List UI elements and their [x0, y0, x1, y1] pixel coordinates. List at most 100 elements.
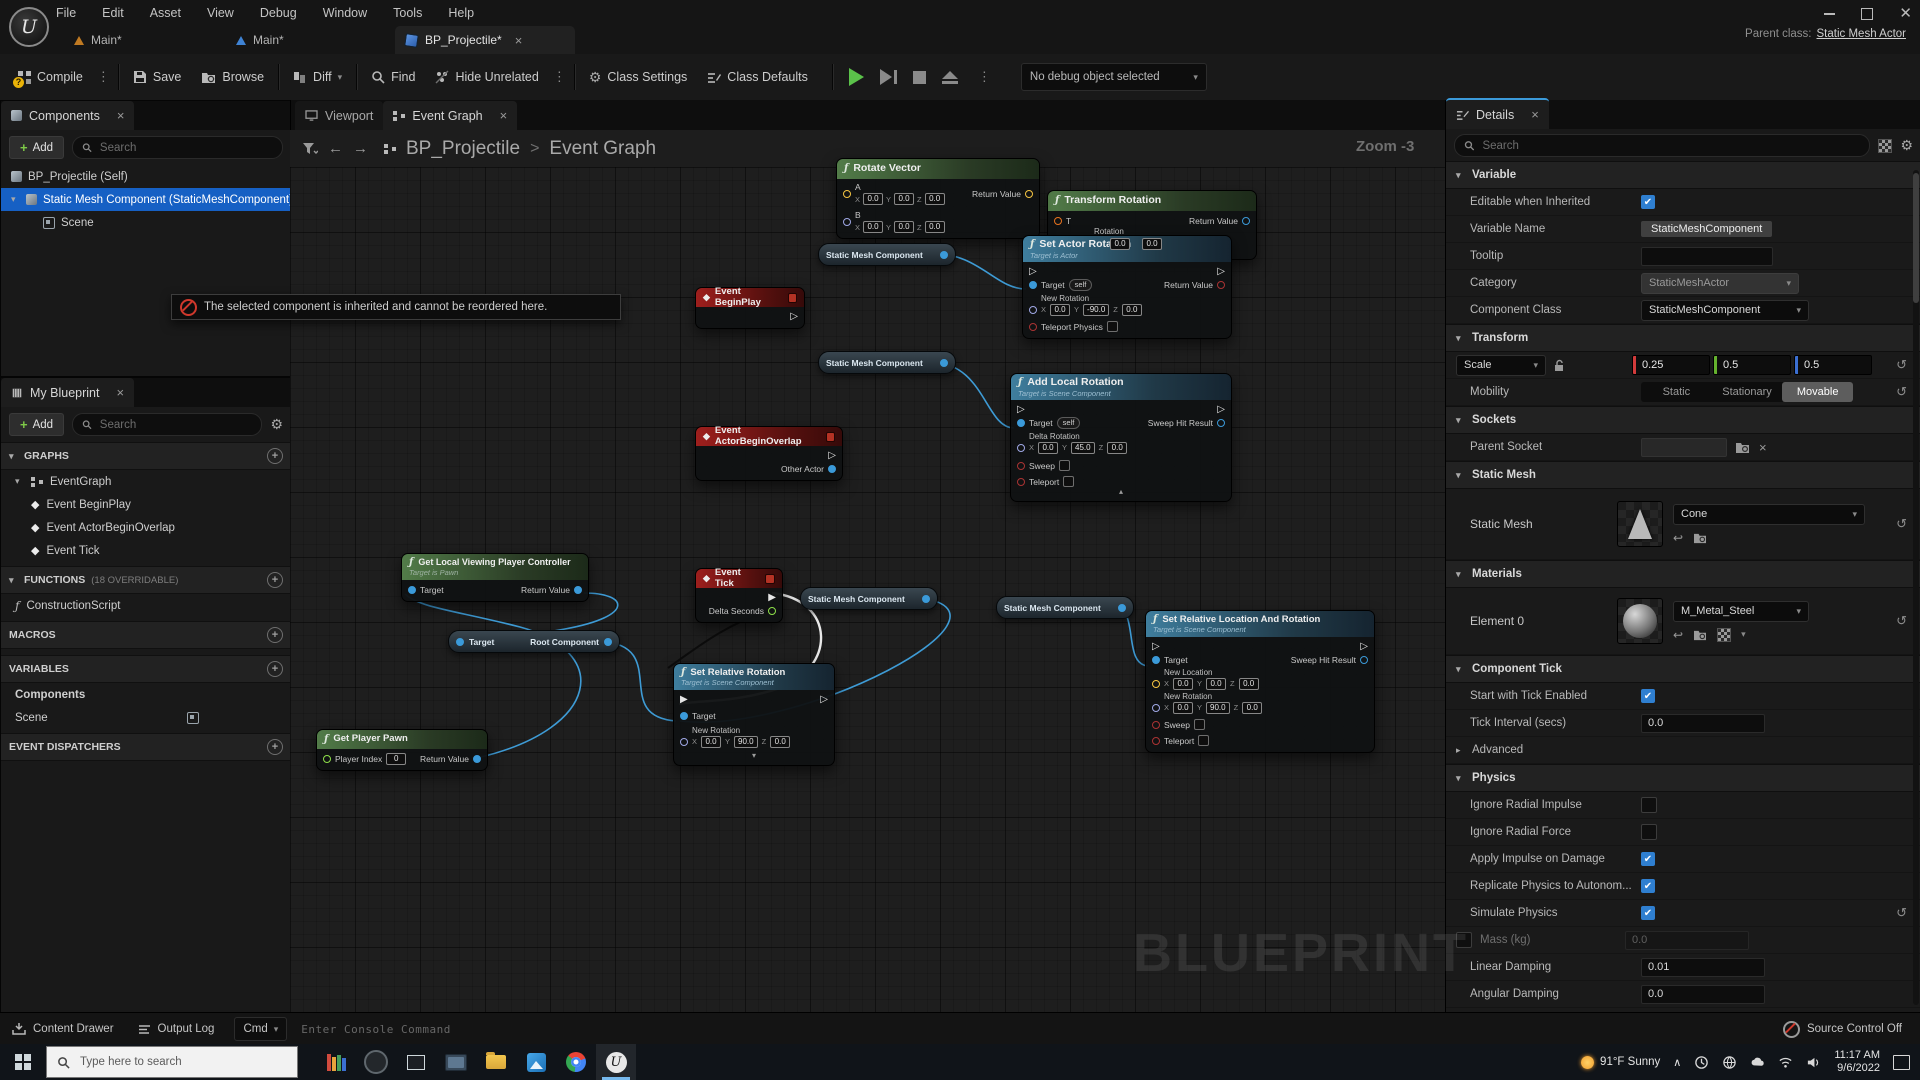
pin-new-rotation[interactable]: X0.0 Y-90.0 Z0.0 — [1029, 303, 1225, 316]
object-pin-icon[interactable] — [473, 755, 481, 763]
components-search-input[interactable] — [98, 141, 273, 155]
exec-out-icon[interactable]: ▶ — [768, 593, 776, 603]
use-selected-icon[interactable]: ↩ — [1673, 628, 1683, 642]
browse-button[interactable]: Browse — [191, 62, 274, 92]
value-field[interactable]: 0.0 — [701, 736, 721, 748]
item-constructionscript[interactable]: ƒ ConstructionScript — [1, 594, 291, 617]
pin-teleport-physics[interactable]: Teleport Physics — [1029, 320, 1225, 333]
exec-out-icon[interactable]: ▷ — [828, 451, 836, 461]
tab-details[interactable]: Details × — [1446, 98, 1549, 129]
forward-arrow-icon[interactable]: → — [353, 140, 368, 157]
maximize-icon[interactable] — [1861, 8, 1873, 20]
hidden-icons-chevron[interactable]: ∧ — [1673, 1056, 1681, 1069]
object-pin-icon[interactable] — [940, 251, 948, 259]
value-field[interactable]: 0.0 — [925, 221, 945, 233]
node-get-local-viewing-player-controller[interactable]: ƒGet Local Viewing Player Controller Tar… — [401, 553, 589, 602]
section-materials[interactable]: ▾Materials — [1446, 560, 1920, 588]
node-set-actor-rotation[interactable]: ƒSet Actor Rotation Target is Actor ▷ ▷ … — [1022, 235, 1232, 339]
section-functions[interactable]: ▾ FUNCTIONS (18 OVERRIDABLE) + — [1, 566, 291, 594]
pin-return-value[interactable]: Return Value — [1164, 280, 1225, 290]
scale-x-field[interactable]: 0.25 — [1632, 355, 1710, 375]
object-pin-icon[interactable] — [456, 638, 464, 646]
angular-damping-input[interactable]: 0.0 — [1641, 985, 1765, 1004]
scrollbar-thumb[interactable] — [1913, 173, 1919, 303]
components-search[interactable] — [72, 136, 283, 159]
task-view-icon[interactable] — [396, 1044, 436, 1080]
details-settings-icon[interactable]: ⚙ — [1900, 137, 1913, 154]
section-static-mesh[interactable]: ▾Static Mesh — [1446, 461, 1920, 489]
pill-static-mesh-component[interactable]: Static Mesh Component — [996, 596, 1134, 619]
pin-new-location[interactable]: X0.0 Y0.0 Z0.0 — [1152, 677, 1368, 690]
play-options-icon[interactable]: ⋮ — [974, 69, 995, 85]
value-field[interactable]: 0.0 — [1173, 702, 1193, 714]
details-scrollbar[interactable] — [1913, 170, 1919, 1005]
section-macros[interactable]: MACROS + — [1, 621, 291, 649]
minimize-icon[interactable] — [1824, 13, 1835, 15]
tab-viewport[interactable]: Viewport — [295, 101, 383, 130]
unreal-logo-icon[interactable]: U — [9, 7, 49, 47]
reset-icon[interactable]: ↺ — [1896, 384, 1907, 400]
bool-pin-icon[interactable] — [1152, 737, 1160, 745]
bool-pin-icon[interactable] — [1017, 462, 1025, 470]
chrome-icon[interactable] — [556, 1044, 596, 1080]
tree-item-static-mesh-component[interactable]: ▾ Static Mesh Component (StaticMeshCompo… — [1, 188, 291, 211]
rotator-pin-icon[interactable] — [1242, 217, 1250, 225]
menu-asset[interactable]: Asset — [150, 6, 181, 20]
caret-down-icon[interactable]: ▾ — [11, 194, 20, 205]
file-explorer-icon[interactable] — [476, 1044, 516, 1080]
stop-icon[interactable] — [913, 71, 926, 84]
pin-target[interactable]: Target self Sweep Hit Result — [1017, 416, 1225, 429]
object-pin-icon[interactable] — [574, 586, 582, 594]
browse-folder-icon[interactable] — [1693, 532, 1707, 544]
rotator-pin-icon[interactable] — [1029, 306, 1037, 314]
value-field[interactable]: 0.0 — [1122, 304, 1142, 316]
content-drawer-button[interactable]: Content Drawer — [0, 1023, 126, 1035]
int-pin-icon[interactable] — [323, 755, 331, 763]
tab-my-blueprint[interactable]: My Blueprint × — [1, 378, 134, 407]
reset-icon[interactable]: ↺ — [1896, 357, 1907, 373]
menu-edit[interactable]: Edit — [102, 6, 124, 20]
section-graphs[interactable]: ▾ GRAPHS + — [1, 442, 291, 470]
action-center-icon[interactable] — [1893, 1055, 1910, 1070]
hide-unrelated-button[interactable]: Hide Unrelated — [425, 62, 548, 92]
my-blueprint-search[interactable] — [72, 413, 262, 436]
taskbar-app-library-icon[interactable] — [316, 1044, 356, 1080]
pin-sweep[interactable]: Sweep — [1017, 459, 1225, 472]
add-macro-icon[interactable]: + — [267, 627, 283, 643]
rotator-pin-icon[interactable] — [1152, 704, 1160, 712]
add-dispatcher-icon[interactable]: + — [267, 739, 283, 755]
exec-in-icon[interactable]: ▷ — [1017, 405, 1025, 415]
mobility-static[interactable]: Static — [1641, 382, 1712, 402]
object-pin-icon[interactable] — [940, 359, 948, 367]
object-pin-icon[interactable] — [1217, 419, 1225, 427]
close-tab-icon[interactable]: × — [116, 385, 124, 400]
item-eventgraph[interactable]: ▾ EventGraph — [1, 470, 291, 493]
item-event-actorbeginoverlap[interactable]: ◆ Event ActorBeginOverlap — [1, 516, 291, 539]
object-pin-icon[interactable] — [604, 638, 612, 646]
menu-debug[interactable]: Debug — [260, 6, 297, 20]
value-field[interactable]: 0.0 — [1107, 442, 1127, 454]
rotator-pin-icon[interactable] — [843, 218, 851, 226]
object-pin-icon[interactable] — [680, 712, 688, 720]
object-pin-icon[interactable] — [828, 465, 836, 473]
breadcrumb-root[interactable]: BP_Projectile — [406, 138, 520, 160]
my-blueprint-search-input[interactable] — [98, 418, 253, 432]
scale-z-field[interactable]: 0.5 — [1794, 355, 1872, 375]
scale-y-field[interactable]: 0.5 — [1713, 355, 1791, 375]
wifi-icon[interactable] — [1778, 1055, 1793, 1070]
node-rotate-vector[interactable]: ƒRotate Vector Return Value A X0.0 Y0.0 … — [836, 158, 1040, 239]
node-event-actorbeginoverlap[interactable]: ◆Event ActorBeginOverlap ▷ Other Actor — [695, 426, 843, 481]
value-field[interactable]: -90.0 — [1083, 304, 1109, 316]
row-advanced[interactable]: ▸ Advanced — [1446, 737, 1920, 764]
value-field[interactable]: 0.0 — [894, 193, 914, 205]
value-field[interactable]: 0.0 — [863, 221, 883, 233]
menu-window[interactable]: Window — [323, 6, 367, 20]
add-component-button[interactable]: + Add — [9, 136, 64, 159]
value-field[interactable]: 0.0 — [1173, 678, 1193, 690]
exec-out-icon[interactable]: ▷ — [790, 312, 798, 322]
hide-unrelated-options-icon[interactable]: ⋮ — [549, 69, 570, 85]
weather-widget[interactable]: 91°F Sunny — [1581, 1056, 1660, 1069]
taskbar-app-media-icon[interactable] — [436, 1044, 476, 1080]
debug-object-dropdown[interactable]: No debug object selected ▾ — [1021, 63, 1207, 91]
output-log-button[interactable]: Output Log — [126, 1023, 227, 1035]
